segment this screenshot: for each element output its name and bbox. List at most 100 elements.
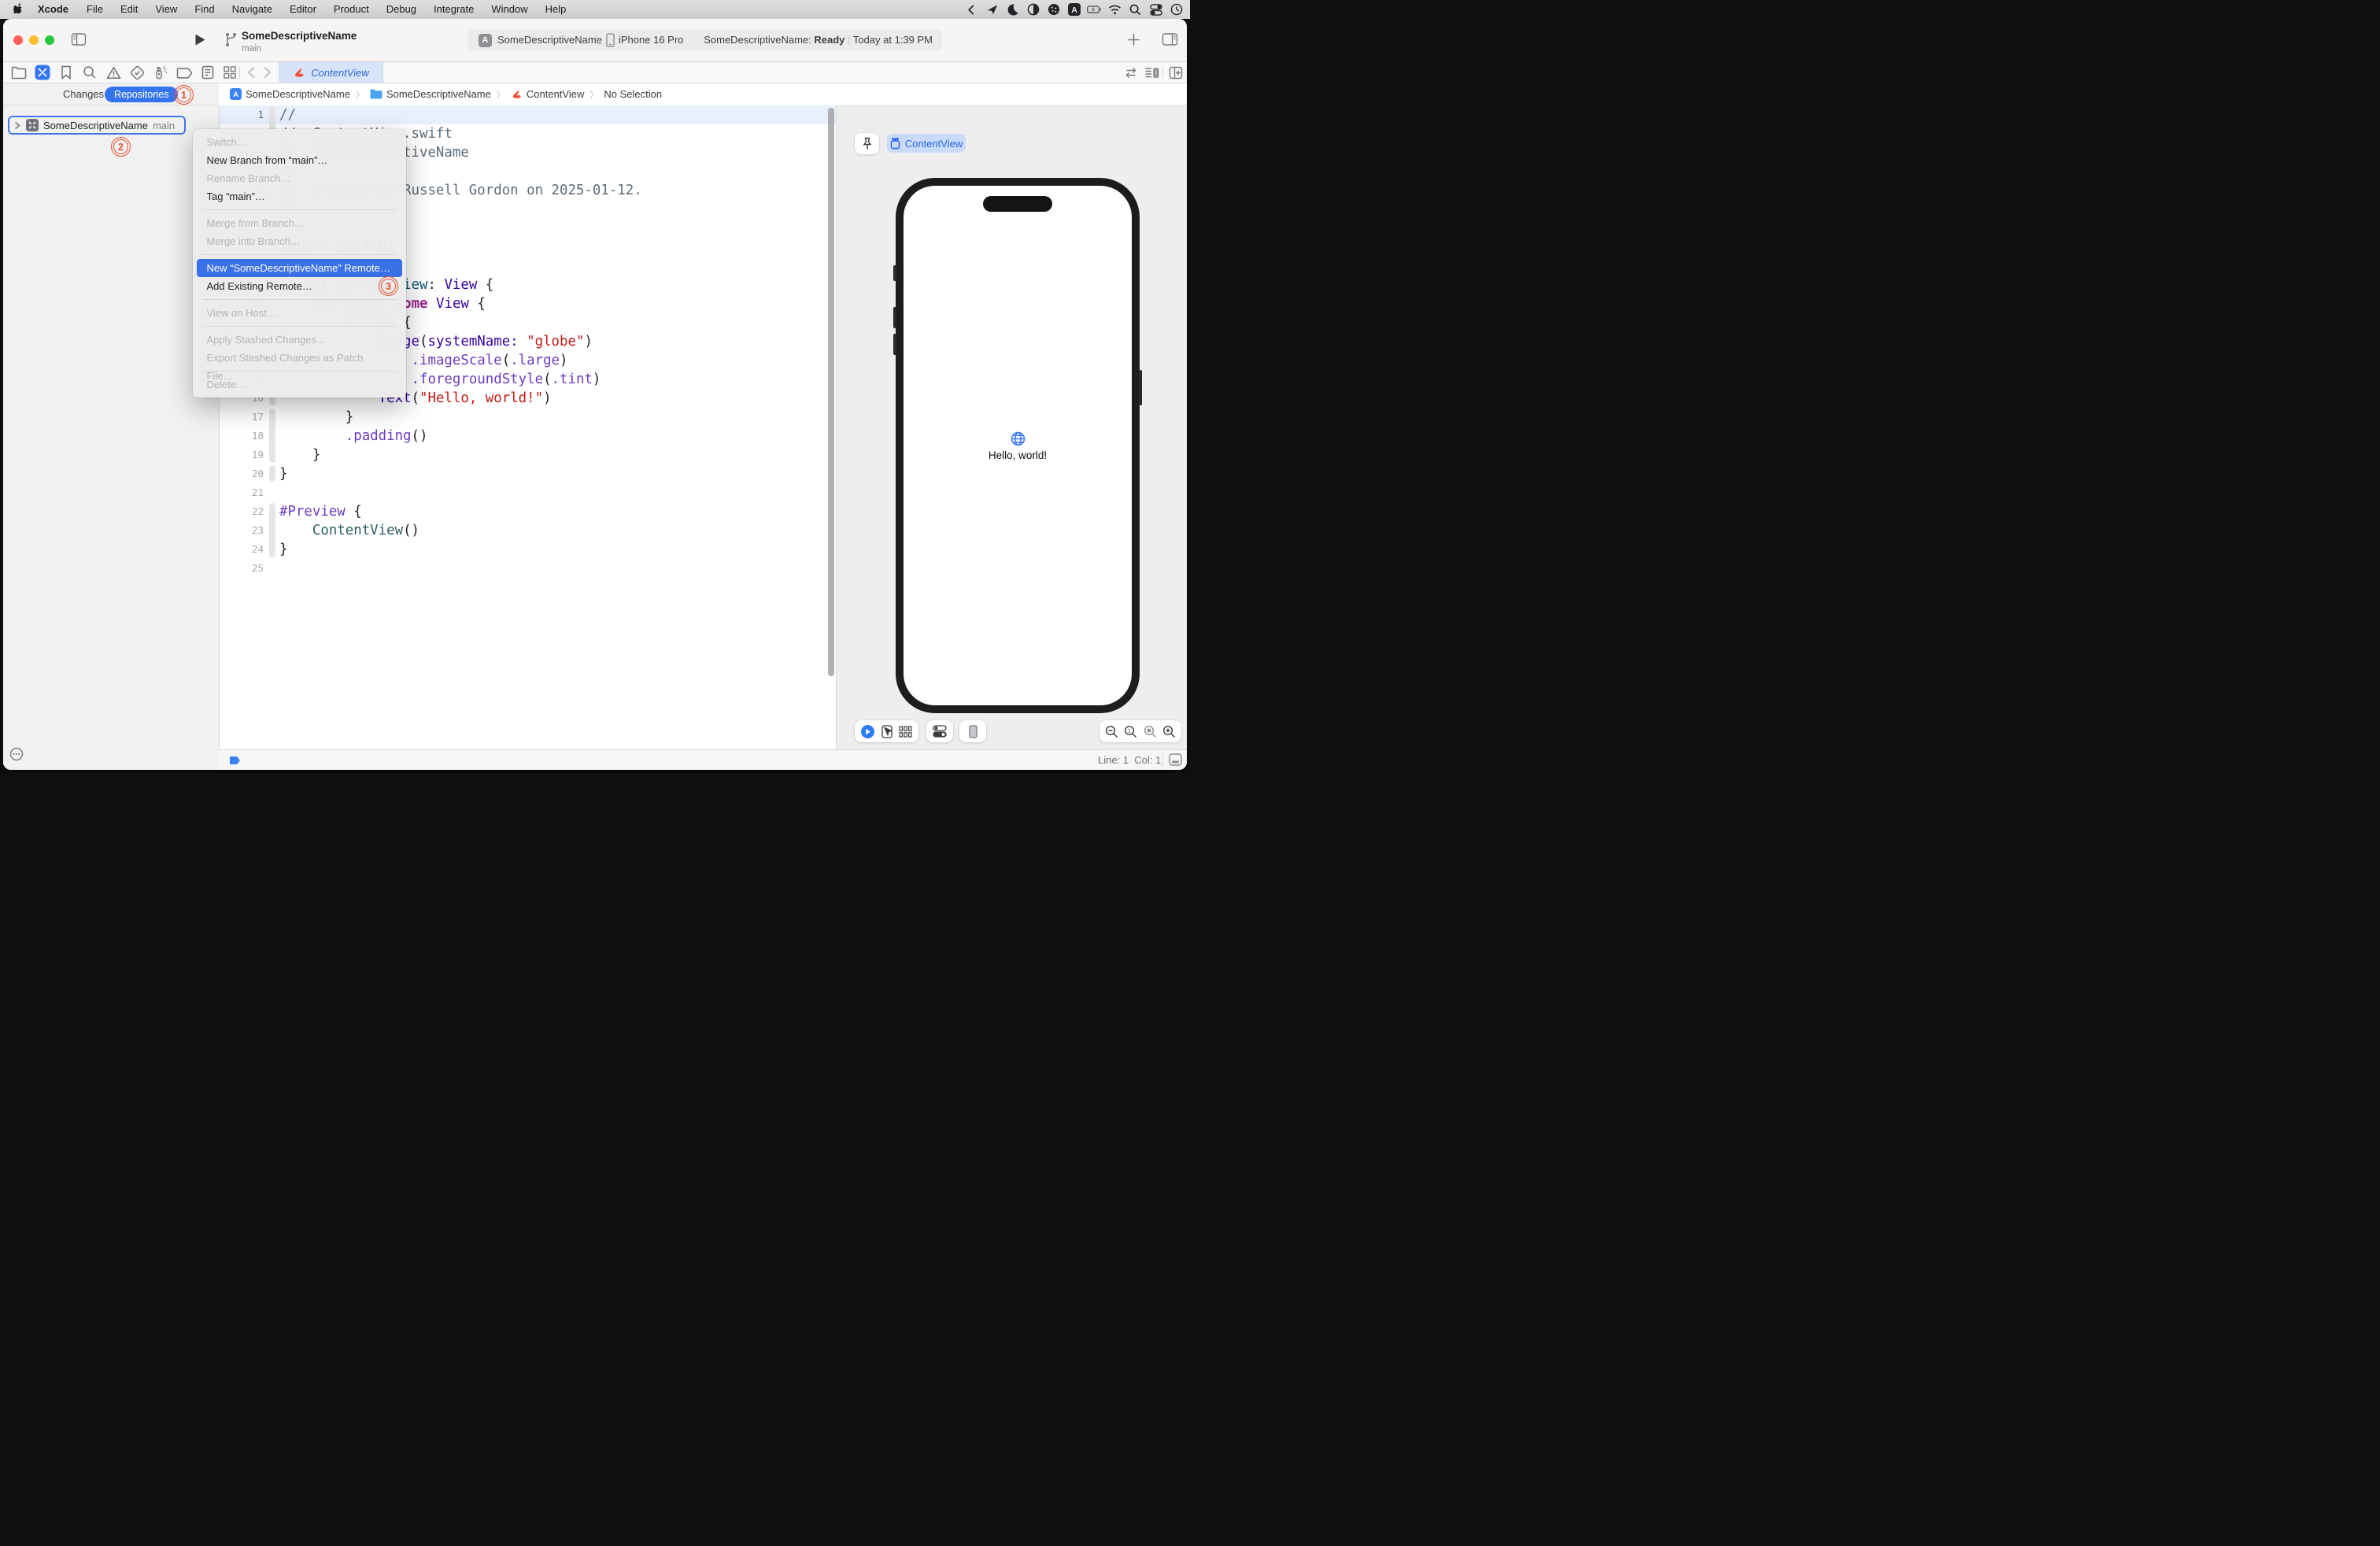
- code-line-25[interactable]: 25: [220, 559, 836, 578]
- menu-bar-status-icons: A: [964, 0, 1184, 19]
- minimap-icon[interactable]: [1144, 66, 1159, 80]
- more-options-icon[interactable]: [9, 747, 24, 761]
- input-source-a-icon[interactable]: A: [1066, 2, 1081, 17]
- menu-debug[interactable]: Debug: [378, 0, 425, 19]
- add-editor-icon[interactable]: [1169, 66, 1183, 80]
- toggle-inspector-icon[interactable]: [1162, 32, 1178, 47]
- minimize-window-button[interactable]: [29, 35, 39, 45]
- sidebar-tab-tests-navigator[interactable]: [125, 64, 149, 81]
- add-button-plus-icon[interactable]: [1127, 33, 1140, 46]
- zoom-fit-icon[interactable]: [1144, 725, 1157, 738]
- menu-file[interactable]: File: [78, 0, 112, 19]
- sidebar-tab-find-navigator[interactable]: [78, 64, 102, 81]
- breadcrumb-item[interactable]: No Selection: [604, 88, 662, 100]
- editor-tab-contentview[interactable]: ContentView: [279, 62, 383, 83]
- zoom-window-button[interactable]: [45, 35, 54, 45]
- menu-bar-items: XcodeFileEditViewFindNavigateEditorProdu…: [0, 0, 575, 19]
- project-title[interactable]: SomeDescriptiveName: [242, 30, 357, 42]
- chevron-left-icon[interactable]: [964, 2, 979, 17]
- code-line-23[interactable]: 23 ContentView(): [220, 521, 836, 540]
- go-back-icon[interactable]: [247, 66, 256, 79]
- menu-product[interactable]: Product: [325, 0, 378, 19]
- repo-name: SomeDescriptiveName: [43, 120, 148, 131]
- breadcrumb-item[interactable]: ContentView: [511, 88, 584, 100]
- menu-item-new-branch-from-main[interactable]: New Branch from “main”…: [197, 151, 402, 169]
- close-window-button[interactable]: [13, 35, 23, 45]
- scheme-chevron: 〉: [595, 34, 604, 46]
- zoom-100-icon[interactable]: 1: [1124, 725, 1137, 738]
- breadcrumb-item[interactable]: ASomeDescriptiveName: [230, 88, 350, 100]
- device-icon[interactable]: [969, 725, 978, 738]
- tab-changes[interactable]: Changes: [63, 88, 104, 100]
- live-preview-icon[interactable]: [861, 725, 874, 738]
- variants-icon[interactable]: [899, 726, 912, 738]
- device-settings-icon[interactable]: [933, 725, 947, 738]
- battery-icon[interactable]: [1087, 2, 1102, 17]
- menu-integrate[interactable]: Integrate: [425, 0, 482, 19]
- sidebar-tab-debug-navigator[interactable]: [149, 64, 172, 81]
- scheme-target[interactable]: SomeDescriptiveName: [497, 34, 602, 46]
- wifi-icon[interactable]: [1107, 2, 1122, 17]
- breadcrumb-item[interactable]: SomeDescriptiveName: [370, 88, 491, 100]
- code-line-20[interactable]: 20}: [220, 464, 836, 483]
- apple-menu-icon[interactable]: [11, 2, 26, 17]
- code-line-19[interactable]: 19 }: [220, 446, 836, 464]
- rocket-icon[interactable]: [985, 2, 1000, 17]
- code-line-22[interactable]: 22#Preview {: [220, 502, 836, 521]
- menu-item-new-somedescriptivename-remote[interactable]: New “SomeDescriptiveName” Remote…: [197, 259, 402, 277]
- sidebar-tab-reports-navigator[interactable]: [196, 64, 220, 81]
- menu-xcode[interactable]: Xcode: [28, 0, 78, 19]
- control-center-icon[interactable]: [1148, 2, 1163, 17]
- run-button[interactable]: [194, 33, 206, 46]
- volume-up-button: [893, 307, 896, 328]
- adjust-editor-icon[interactable]: [1124, 67, 1138, 79]
- tab-repositories[interactable]: Repositories: [105, 87, 178, 102]
- display-contrast-icon[interactable]: [1026, 2, 1040, 17]
- cookie-icon[interactable]: [1046, 2, 1061, 17]
- related-items-icon[interactable]: [223, 65, 237, 80]
- sidebar-tab-issues-navigator[interactable]: [102, 64, 125, 81]
- sidebar-tab-project-navigator[interactable]: [7, 64, 31, 81]
- zoom-in-icon[interactable]: [1162, 725, 1176, 738]
- menu-editor[interactable]: Editor: [281, 0, 325, 19]
- code-text: }: [279, 464, 287, 483]
- menu-find[interactable]: Find: [186, 0, 223, 19]
- status-state: Ready: [814, 34, 844, 46]
- sidebar-tab-source-control-navigator[interactable]: [31, 64, 54, 81]
- repo-row-somedescriptivename[interactable]: SomeDescriptiveName main: [8, 116, 186, 135]
- preview-contentview-pill[interactable]: ContentView: [887, 134, 966, 153]
- menu-help[interactable]: Help: [537, 0, 575, 19]
- sidebar-tab-bookmarks-navigator[interactable]: [54, 64, 78, 81]
- editor-scrollbar[interactable]: [828, 108, 834, 676]
- go-forward-icon[interactable]: [263, 66, 272, 79]
- breadcrumb-label: ContentView: [527, 88, 584, 100]
- spotlight-search-icon[interactable]: [1128, 2, 1143, 17]
- menu-item-tag-main[interactable]: Tag “main”…: [197, 187, 402, 205]
- menu-view[interactable]: View: [146, 0, 186, 19]
- menu-edit[interactable]: Edit: [112, 0, 146, 19]
- code-line-18[interactable]: 18 .padding(): [220, 427, 836, 446]
- code-line-21[interactable]: 21: [220, 483, 836, 502]
- code-line-24[interactable]: 24}: [220, 540, 836, 559]
- clock-icon[interactable]: [1169, 2, 1184, 17]
- scheme-destination[interactable]: iPhone 16 Pro: [619, 34, 683, 46]
- sidebar-tab-breakpoints-navigator[interactable]: [172, 64, 196, 81]
- menu-navigate[interactable]: Navigate: [224, 0, 281, 19]
- disclosure-chevron-icon[interactable]: [14, 121, 20, 130]
- menu-item-add-existing-remote[interactable]: Add Existing Remote…: [197, 277, 402, 295]
- menu-item-apply-stashed-changes: Apply Stashed Changes…: [197, 331, 402, 349]
- menu-item-rename-branch: Rename Branch…: [197, 169, 402, 187]
- line-indicator: Line: 1: [1098, 754, 1129, 766]
- toggle-navigator-icon[interactable]: [71, 32, 87, 47]
- code-line-17[interactable]: 17 }: [220, 408, 836, 427]
- xcode-window: SomeDescriptiveName main A SomeDescripti…: [3, 19, 1187, 770]
- pin-preview-button[interactable]: [855, 133, 879, 154]
- breadcrumb: ASomeDescriptiveName〉SomeDescriptiveName…: [230, 83, 662, 105]
- selectable-mode-icon[interactable]: [881, 725, 893, 738]
- editor-bottom-bar-toggle-icon[interactable]: [1169, 753, 1182, 766]
- moon-icon[interactable]: [1005, 2, 1020, 17]
- breakpoints-toggle-icon[interactable]: [229, 756, 241, 765]
- zoom-out-icon[interactable]: [1105, 725, 1118, 738]
- code-line-1[interactable]: 1//: [220, 105, 836, 124]
- menu-window[interactable]: Window: [482, 0, 536, 19]
